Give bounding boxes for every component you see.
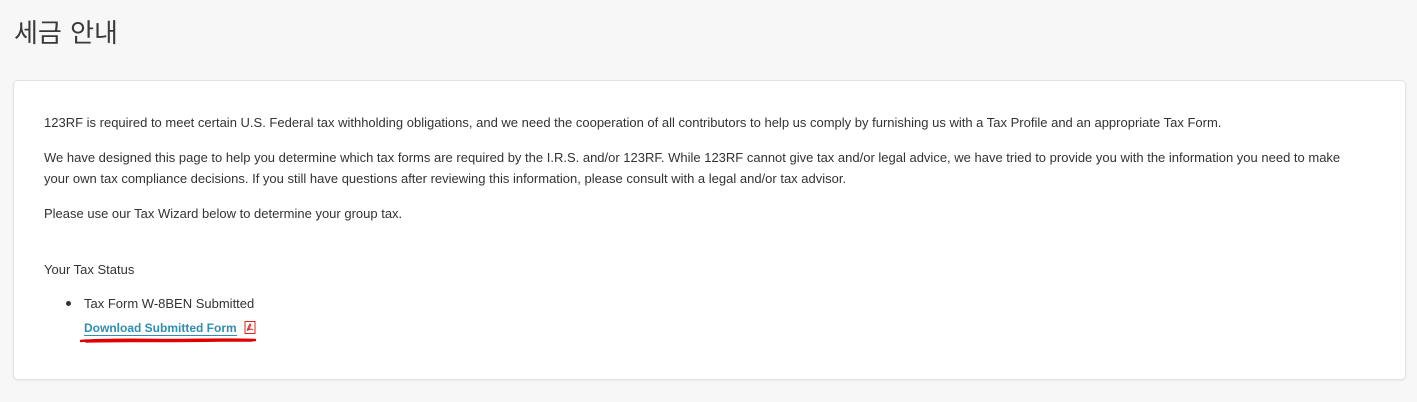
download-submitted-form-link[interactable]: Download Submitted Form <box>84 321 237 336</box>
red-annotation-underline <box>80 338 256 343</box>
intro-paragraph-1: 123RF is required to meet certain U.S. F… <box>44 115 1222 130</box>
tax-info-card: 123RF is required to meet certain U.S. F… <box>13 80 1406 380</box>
tax-status-item: Tax Form W-8BEN Submitted Download Submi… <box>44 293 256 336</box>
intro-paragraph-3: Please use our Tax Wizard below to deter… <box>44 206 403 221</box>
intro-paragraph-2: We have designed this page to help you d… <box>44 150 1341 186</box>
tax-form-status-text: Tax Form W-8BEN Submitted <box>84 296 255 311</box>
page-title: 세금 안내 <box>14 19 118 49</box>
tax-status-list: Tax Form W-8BEN Submitted Download Submi… <box>44 293 256 336</box>
tax-status-label: Your Tax Status <box>44 262 135 277</box>
bullet-icon <box>66 301 71 306</box>
